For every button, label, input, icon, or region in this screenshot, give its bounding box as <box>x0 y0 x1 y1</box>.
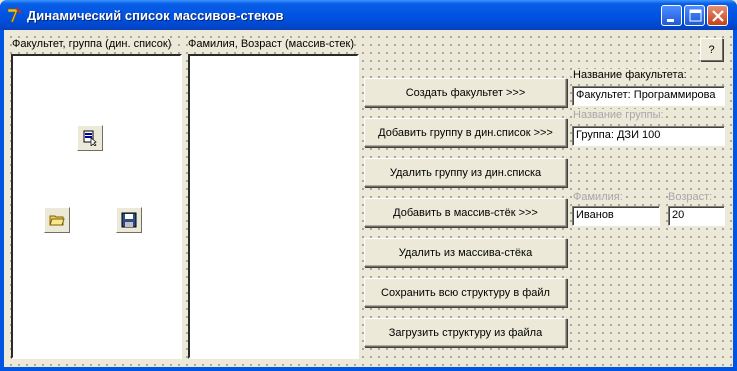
faculty-group-listbox[interactable] <box>11 54 182 359</box>
form-client-area: Факультет, группа (дин. список) Фамилия,… <box>4 30 733 367</box>
add-to-stack-button[interactable]: Добавить в массив-стёк >>> <box>364 198 567 227</box>
open-dialog-icon[interactable] <box>44 207 70 233</box>
surname-field[interactable]: Иванов <box>572 206 660 226</box>
minimize-icon <box>667 19 674 22</box>
maximize-icon <box>689 9 702 22</box>
name-age-list-label: Фамилия, Возраст (массив-стек) <box>188 38 355 50</box>
group-name-field[interactable]: Группа: ДЗИ 100 <box>572 126 725 146</box>
close-button[interactable] <box>707 5 728 26</box>
age-label: Возраст: <box>668 191 713 203</box>
create-faculty-button[interactable]: Создать факультет >>> <box>364 78 567 107</box>
delete-group-button[interactable]: Удалить группу из дин.списка <box>364 158 567 187</box>
window-title: Динамический список массивов-стеков <box>27 8 284 23</box>
faculty-name-field[interactable]: Факультет: Программирова <box>572 86 725 106</box>
name-age-listbox[interactable] <box>188 54 359 359</box>
help-button[interactable]: ? <box>700 38 723 61</box>
title-bar[interactable]: Динамический список массивов-стеков <box>0 0 737 30</box>
minimize-button[interactable] <box>661 5 682 26</box>
maximize-button[interactable] <box>684 5 705 26</box>
main-window: Динамический список массивов-стеков Факу… <box>0 0 737 371</box>
faculty-name-label: Название факультета: <box>573 69 687 81</box>
app-icon <box>7 7 22 23</box>
faculty-group-list-label: Факультет, группа (дин. список) <box>12 38 172 50</box>
surname-label: Фамилия: <box>573 191 623 203</box>
close-icon <box>712 10 724 22</box>
delete-from-stack-button[interactable]: Удалить из массива-стёка <box>364 238 567 267</box>
component-icon[interactable] <box>77 125 103 151</box>
group-name-label: Название группы: <box>573 109 664 121</box>
age-field[interactable]: 20 <box>668 206 725 226</box>
save-dialog-icon[interactable] <box>116 207 142 233</box>
load-structure-button[interactable]: Загрузить структуру из файла <box>364 318 567 347</box>
save-structure-button[interactable]: Сохранить всю структуру в файл <box>364 278 567 307</box>
add-group-button[interactable]: Добавить группу в дин.список >>> <box>364 118 567 147</box>
